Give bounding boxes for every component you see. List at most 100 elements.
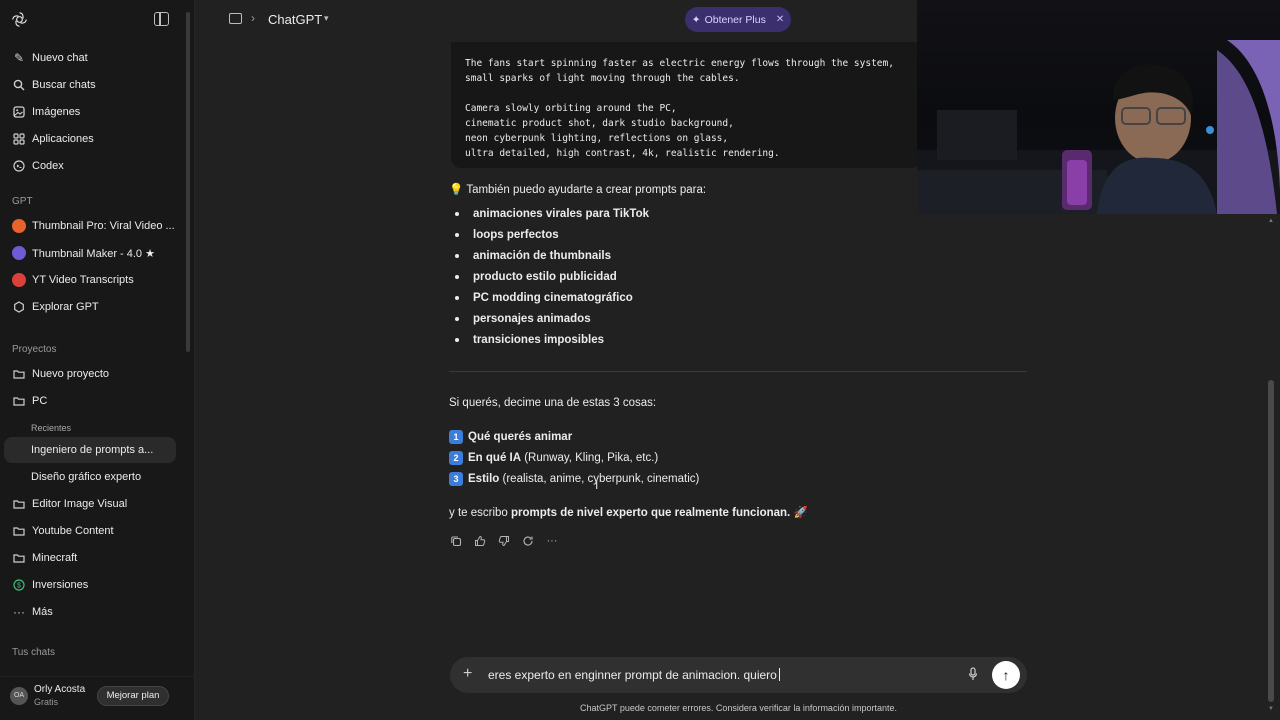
add-attachment-icon[interactable]: + (463, 666, 472, 682)
section-projects: Proyectos (12, 344, 57, 355)
sidebar-item-label: Diseño gráfico experto (31, 471, 142, 483)
project-folder-icon[interactable] (229, 13, 242, 24)
list-item: loops perfectos (455, 225, 649, 246)
sidebar-item-label: Minecraft (32, 552, 78, 564)
sidebar-item-label: Nuevo proyecto (32, 368, 110, 380)
codex-icon (12, 159, 26, 173)
sidebar-item-project-pc[interactable]: PC (4, 388, 176, 414)
sidebar-item-new-project[interactable]: Nuevo proyecto (4, 361, 176, 387)
sidebar-scrollbar[interactable] (186, 12, 190, 352)
sidebar-item-search-chats[interactable]: Buscar chats (4, 72, 176, 98)
message-actions: ··· (449, 534, 559, 548)
thumbs-up-icon[interactable] (473, 534, 487, 548)
option-title: Estilo (468, 473, 500, 485)
section-your-chats: Tus chats (12, 647, 55, 658)
prompt-composer[interactable]: + eres experto en enginner prompt de ani… (450, 657, 1027, 693)
sidebar-item-more[interactable]: ··· Más (4, 599, 176, 625)
sidebar-item-label: Thumbnail Pro: Viral Video ... (32, 220, 175, 232)
copy-icon[interactable] (449, 534, 463, 548)
sidebar-item-label: Inversiones (32, 579, 89, 591)
thumbs-down-icon[interactable] (497, 534, 511, 548)
regenerate-icon[interactable] (521, 534, 535, 548)
sidebar-item-label: Buscar chats (32, 79, 96, 91)
list-item: animaciones virales para TikTok (455, 204, 649, 225)
sidebar-item-label: Editor Image Visual (32, 498, 128, 510)
sidebar-item-gpt-thumbnail-maker[interactable]: Thumbnail Maker - 4.0 ★ (4, 240, 176, 266)
sidebar-item-label: Codex (32, 160, 64, 172)
sidebar-item-codex[interactable]: Codex (4, 153, 176, 179)
sidebar-item-explore-gpt[interactable]: Explorar GPT (4, 294, 176, 320)
code-block: The fans start spinning faster as electr… (451, 42, 921, 168)
sidebar-item-label: Más (32, 606, 53, 618)
folder-icon (12, 497, 26, 511)
scroll-down-icon[interactable]: ▼ (1268, 706, 1274, 712)
sidebar-item-gpt-yt-transcripts[interactable]: YT Video Transcripts (4, 267, 176, 293)
sidebar: ✎ Nuevo chat Buscar chats Imágenes Aplic… (0, 0, 195, 720)
edit-icon: ✎ (13, 51, 25, 65)
model-selector-title[interactable]: ChatGPT (268, 12, 322, 27)
folder-plus-icon (12, 367, 26, 381)
sidebar-item-chat-prompt-engineer[interactable]: Ingeniero de prompts a... (4, 437, 176, 463)
sidebar-item-label: Explorar GPT (32, 301, 99, 313)
sidebar-item-project-youtube[interactable]: Youtube Content (4, 518, 176, 544)
text-caret (778, 668, 780, 681)
image-icon (12, 105, 26, 119)
scroll-up-icon[interactable]: ▲ (1268, 218, 1274, 224)
user-name: Orly Acosta (34, 684, 86, 695)
openai-logo-icon[interactable] (11, 11, 28, 28)
sidebar-item-project-editor[interactable]: Editor Image Visual (4, 491, 176, 517)
lightbulb-icon: 💡 (449, 184, 464, 196)
user-account-row[interactable]: OA Orly Acosta Gratis Mejorar plan (0, 676, 195, 716)
rocket-icon: 🚀 (793, 507, 808, 519)
main-scrollbar[interactable] (1268, 380, 1274, 702)
message-closing: y te escribo prompts de nivel experto qu… (449, 505, 808, 519)
list-item: producto estilo publicidad (455, 267, 649, 288)
list-item: PC modding cinematográfico (455, 288, 649, 309)
code-line: ultra detailed, high contrast, 4k, reali… (465, 148, 780, 159)
more-options-icon[interactable]: ··· (545, 534, 559, 548)
send-button[interactable]: ↑ (992, 661, 1020, 689)
gpt-avatar-icon (12, 219, 26, 233)
microphone-icon[interactable] (968, 667, 978, 681)
sidebar-item-chat-graphic-design[interactable]: Diseño gráfico experto (4, 464, 176, 490)
webcam-figure (917, 40, 1280, 214)
folder-icon (12, 551, 26, 565)
svg-text:$: $ (17, 583, 21, 590)
sidebar-item-label: Imágenes (32, 106, 81, 118)
gpt-avatar-icon (12, 273, 26, 287)
option-row: 2 En qué IA (Runway, Kling, Pika, etc.) (449, 451, 658, 465)
bullet-list: animaciones virales para TikTok loops pe… (455, 204, 649, 351)
divider (449, 371, 1027, 372)
sidebar-item-project-minecraft[interactable]: Minecraft (4, 545, 176, 571)
sidebar-item-project-investments[interactable]: $ Inversiones (4, 572, 176, 598)
sidebar-item-images[interactable]: Imágenes (4, 99, 176, 125)
sidebar-item-new-chat[interactable]: ✎ Nuevo chat (4, 45, 176, 71)
option-row: 1 Qué querés animar (449, 430, 572, 444)
chevron-down-icon[interactable]: ▾ (324, 13, 329, 24)
sidebar-item-label: Aplicaciones (32, 133, 94, 145)
code-line: The fans start spinning faster as electr… (465, 58, 894, 69)
closing-bold: prompts de nivel experto que realmente f… (511, 507, 791, 519)
sidebar-item-gpt-thumbnail-pro[interactable]: Thumbnail Pro: Viral Video ... (4, 213, 176, 239)
folder-icon (12, 524, 26, 538)
get-plus-button[interactable]: ✦ Obtener Plus ✕ (685, 7, 791, 32)
sidebar-item-apps[interactable]: Aplicaciones (4, 126, 176, 152)
search-icon (12, 78, 26, 92)
prompt-input[interactable]: eres experto en enginner prompt de anima… (488, 668, 780, 682)
upgrade-plan-button[interactable]: Mejorar plan (97, 686, 169, 706)
sidebar-item-label: PC (32, 395, 48, 407)
option-detail: (Runway, Kling, Pika, etc.) (521, 452, 659, 464)
number-badge-icon: 3 (449, 472, 463, 486)
sidebar-item-label: Youtube Content (32, 525, 114, 537)
option-row: 3 Estilo (realista, anime, cyberpunk, ci… (449, 472, 699, 486)
breadcrumb-separator-icon: › (251, 11, 255, 25)
sidebar-item-label: YT Video Transcripts (32, 274, 134, 286)
explore-icon (12, 300, 26, 314)
disclaimer-text: ChatGPT puede cometer errores. Considera… (580, 703, 897, 713)
user-plan: Gratis (34, 697, 59, 707)
close-icon[interactable]: ✕ (776, 14, 784, 25)
sidebar-toggle-icon[interactable] (154, 12, 169, 26)
more-icon: ··· (13, 605, 25, 619)
dollar-icon: $ (12, 578, 26, 592)
code-line: small sparks of light moving through the… (465, 73, 740, 84)
